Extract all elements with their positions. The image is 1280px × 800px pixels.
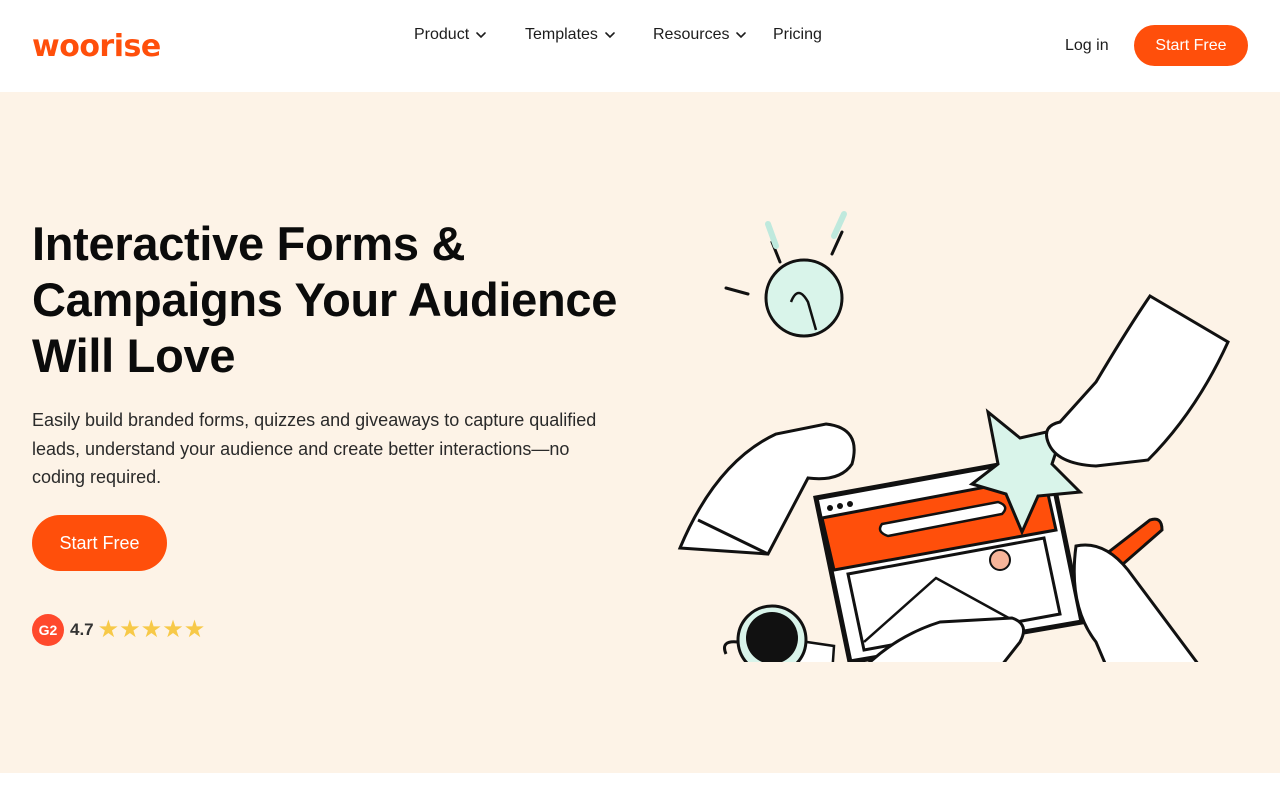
page-bottom [0,773,1280,800]
right-hand-top-icon [1045,293,1230,468]
rating-stars: ★ ★ ★ ★ ★ [98,618,206,642]
g2-badge-text: G2 [38,622,58,638]
start-free-hero-button[interactable]: Start Free [32,515,167,571]
nav-item-label: Product [414,26,470,43]
nav-item-pricing[interactable]: Pricing [773,24,822,46]
logo-text: woorise [32,28,161,64]
star-icon: ★ [119,616,141,643]
nav-item-label: Resources [653,26,730,43]
star-icon: ★ [140,616,163,643]
nav-item-templates[interactable]: Templates [525,24,616,46]
hero-section: Interactive Forms & Campaigns Your Audie… [0,92,1280,773]
hero-illustration [677,211,1230,662]
light-bulb-icon [724,211,847,338]
star-icon: ★ [97,616,120,643]
nav-item-label: Templates [525,26,598,43]
site-header: woorise Product Templates Resources Pric… [0,0,1280,92]
nav-item-resources[interactable]: Resources [653,24,747,46]
chevron-down-icon [476,32,486,39]
hero-subtitle: Easily build branded forms, quizzes and … [32,410,597,487]
pen-hand-icon [1072,517,1199,662]
chevron-down-icon [736,32,747,39]
g2-logo-icon: G2 [32,614,64,646]
chevron-down-icon [605,32,615,39]
coffee-cup-icon [723,604,836,662]
start-free-header-button[interactable]: Start Free [1134,25,1248,66]
login-link[interactable]: Log in [1065,35,1109,57]
g2-rating: G2 4.7 ★ ★ ★ ★ ★ [32,614,205,646]
woorise-logo[interactable]: woorise [32,26,161,66]
nav-item-label: Pricing [773,26,822,43]
nav-item-product[interactable]: Product [414,24,487,46]
star-icon: ★ [162,616,184,643]
hero-title: Interactive Forms & Campaigns Your Audie… [32,217,618,382]
rating-value: 4.7 [70,620,94,639]
star-icon: ★ [183,616,206,643]
